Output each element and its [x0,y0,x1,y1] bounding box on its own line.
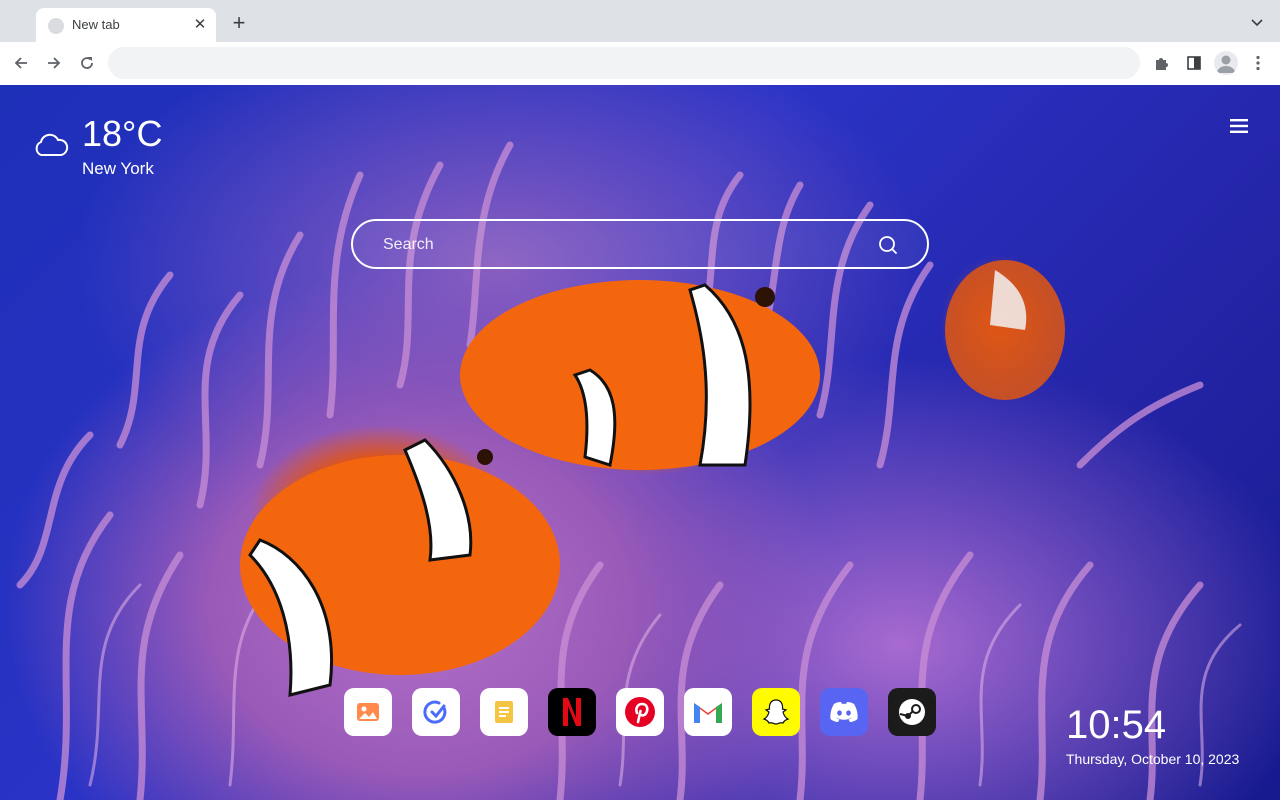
snapchat-icon [762,699,790,725]
clock-date: Thursday, October 10, 2023 [1066,751,1240,767]
side-panel-icon [1187,56,1201,70]
avatar-icon[interactable] [1214,51,1238,75]
globe-icon [48,18,64,34]
city-name: New York [82,159,154,178]
search-icon[interactable] [877,234,899,256]
close-icon[interactable]: ✕ [192,17,208,33]
puzzle-icon [1156,58,1168,70]
arrow-right-icon [48,57,61,69]
gmail-icon [694,703,722,723]
tab-title: New tab [72,17,120,32]
chevron-down-icon[interactable] [1249,14,1265,30]
search-bar [351,219,929,269]
shortcut-photos[interactable] [344,688,392,736]
tab-new-tab[interactable]: New tab ✕ [36,8,216,42]
kebab-menu-icon [1256,55,1260,71]
shortcut-notes[interactable] [480,688,528,736]
extensions-button[interactable] [1151,52,1173,74]
discord-icon [830,702,858,722]
pinterest-icon [625,697,655,727]
hamburger-icon[interactable] [1228,117,1250,135]
omnibox[interactable] [108,47,1140,79]
reload-icon [81,57,93,69]
plus-icon[interactable]: + [228,12,250,34]
check-circle-icon [423,700,447,724]
photo-icon [357,703,379,721]
shortcut-steam[interactable] [888,688,936,736]
shortcut-discord[interactable] [820,688,868,736]
back-button[interactable] [10,52,32,74]
arrow-left-icon [14,57,27,69]
shortcut-netflix[interactable] [548,688,596,736]
shortcut-tasks[interactable] [412,688,460,736]
wallpaper: 18°C New York Search 10:54 Thursday, Oct… [0,85,1280,800]
shortcut-gmail[interactable] [684,688,732,736]
temperature: 18°C [82,113,163,154]
tab-strip: New tab ✕ + [0,0,1280,42]
shortcut-snapchat[interactable] [752,688,800,736]
cloud-icon [35,133,69,156]
side-panel-button[interactable] [1183,52,1205,74]
note-icon [495,701,513,723]
clock-time: 10:54 [1066,703,1167,747]
browser-toolbar [0,42,1280,86]
address-input[interactable] [108,47,1140,79]
kebab-menu-button[interactable] [1247,52,1269,74]
reload-button[interactable] [76,52,98,74]
steam-icon [899,699,925,725]
search-input[interactable] [381,221,865,269]
forward-button[interactable] [43,52,65,74]
clock-widget: 10:54 Thursday, October 10, 2023 [1066,703,1239,767]
netflix-icon [563,698,581,726]
shortcut-pinterest[interactable] [616,688,664,736]
clownfish-art [240,260,1065,697]
